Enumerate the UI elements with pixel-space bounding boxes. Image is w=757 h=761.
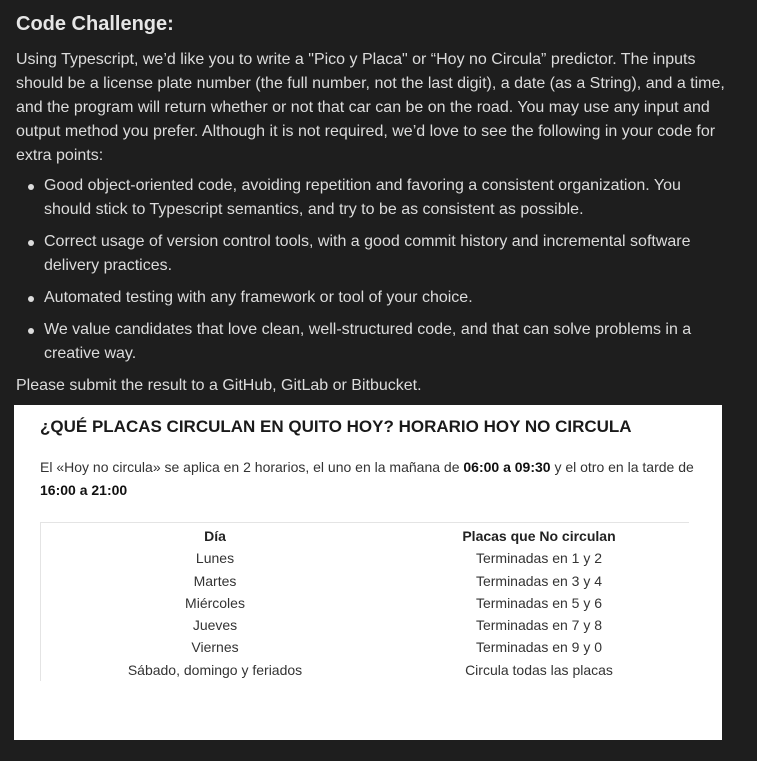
column-header-plates: Placas que No circulan xyxy=(462,528,616,544)
list-item: Correct usage of version control tools, … xyxy=(28,230,726,278)
table-cell-plates: Terminadas en 3 y 4 xyxy=(475,572,603,589)
desc-text: y el otro en la tarde de xyxy=(550,459,694,475)
page-title: Code Challenge: xyxy=(16,13,174,35)
desc-text: El «Hoy no circula» se aplica en 2 horar… xyxy=(40,459,464,475)
table-cell-day: Martes xyxy=(193,572,237,589)
list-item: Automated testing with any framework or … xyxy=(28,286,726,310)
table-cell-plates: Circula todas las placas xyxy=(465,661,613,678)
table-cell-day: Sábado, domingo y feriados xyxy=(127,661,303,678)
list-item: We value candidates that love clean, wel… xyxy=(28,318,726,366)
image-title: ¿QUÉ PLACAS CIRCULAN EN QUITO HOY? HORAR… xyxy=(40,417,632,436)
submit-instructions: Please submit the result to a GitHub, Gi… xyxy=(16,377,422,394)
table-cell-day: Lunes xyxy=(195,550,235,567)
challenge-content: Code Challenge: Using Typescript, we’d l… xyxy=(16,10,726,398)
list-item: Good object-oriented code, avoiding repe… xyxy=(28,174,726,222)
table-cell-plates: Terminadas en 9 y 0 xyxy=(475,639,603,656)
table-cell-plates: Terminadas en 7 y 8 xyxy=(475,617,603,634)
table-cell-plates: Terminadas en 1 y 2 xyxy=(475,550,603,567)
table-cell-day: Viernes xyxy=(191,639,239,656)
embedded-schedule-image: ¿QUÉ PLACAS CIRCULAN EN QUITO HOY? HORAR… xyxy=(14,405,722,740)
table-header-row: Día Placas que No circulan xyxy=(41,523,689,547)
schedule-table: Día Placas que No circulan Lunes Termina… xyxy=(40,522,689,681)
morning-hours: 06:00 a 09:30 xyxy=(463,459,551,475)
table-row: Martes Terminadas en 3 y 4 xyxy=(41,570,689,592)
table-row: Miércoles Terminadas en 5 y 6 xyxy=(41,592,689,614)
table-cell-plates: Terminadas en 5 y 6 xyxy=(475,594,603,611)
image-description: El «Hoy no circula» se aplica en 2 horar… xyxy=(40,456,700,502)
table-cell-day: Jueves xyxy=(192,617,238,634)
requirements-list: Good object-oriented code, avoiding repe… xyxy=(16,174,726,366)
table-row: Viernes Terminadas en 9 y 0 xyxy=(41,636,689,658)
intro-paragraph: Using Typescript, we’d like you to write… xyxy=(16,51,725,164)
column-header-day: Día xyxy=(204,528,226,544)
table-cell-day: Miércoles xyxy=(185,594,245,611)
table-row: Sábado, domingo y feriados Circula todas… xyxy=(41,659,689,681)
table-row: Lunes Terminadas en 1 y 2 xyxy=(41,547,689,569)
evening-hours: 16:00 a 21:00 xyxy=(40,482,128,498)
table-row: Jueves Terminadas en 7 y 8 xyxy=(41,614,689,636)
